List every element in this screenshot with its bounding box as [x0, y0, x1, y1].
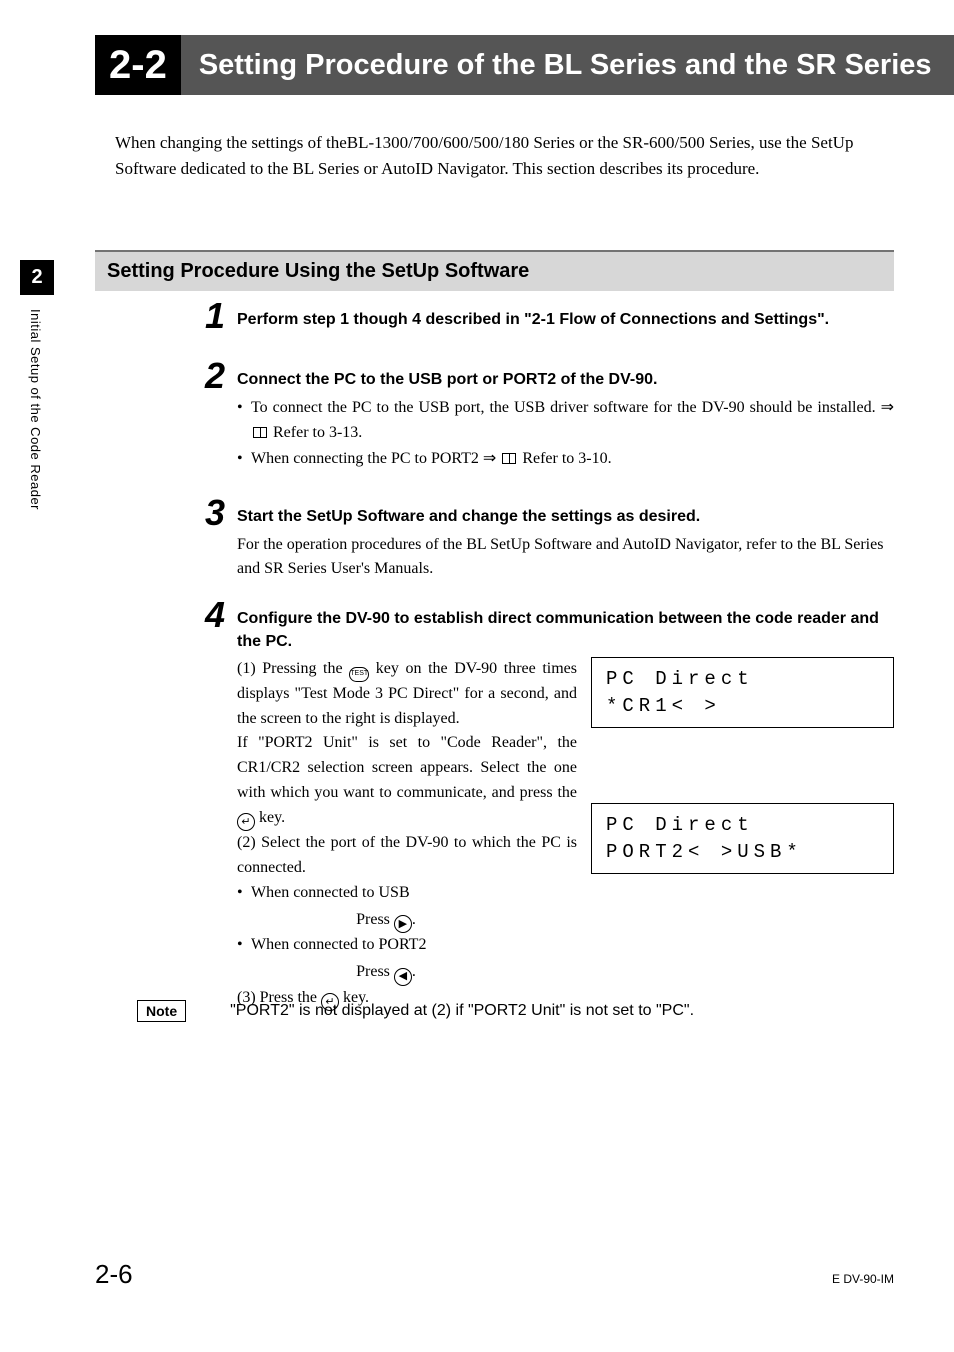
page-number: 2-6	[95, 1259, 133, 1290]
bullet-item: To connect the PC to the USB port, the U…	[237, 396, 894, 446]
section-number: 2-2	[95, 35, 181, 95]
step-number: 3	[205, 492, 225, 534]
para: (1) Pressing the TEST key on the DV-90 t…	[237, 657, 577, 732]
lcd-line: PC Direct	[606, 666, 879, 693]
lcd-line: PC Direct	[606, 812, 879, 839]
text: To connect the PC to the USB port, the U…	[251, 399, 894, 416]
bullet-item: When connecting the PC to PORT2 ⇒ Refer …	[237, 447, 894, 472]
book-icon	[253, 427, 267, 438]
text: key.	[255, 809, 285, 826]
step-body: For the operation procedures of the BL S…	[237, 533, 894, 583]
step-body: PC Direct *CR1< > PC Direct PORT2< >USB*…	[237, 657, 894, 1011]
left-key-icon: ◀	[394, 968, 412, 986]
press-line: Press ▶.	[251, 908, 521, 934]
step-title: Configure the DV-90 to establish direct …	[237, 604, 894, 653]
subheading: Setting Procedure Using the SetUp Softwa…	[95, 250, 894, 291]
para: (2) Select the port of the DV-90 to whic…	[237, 831, 577, 881]
text: (1) Pressing the	[237, 660, 349, 677]
step-body: To connect the PC to the USB port, the U…	[237, 396, 894, 472]
text: .	[412, 911, 416, 928]
step-title: Start the SetUp Software and change the …	[237, 502, 894, 528]
bullet-item: When connected to USB	[237, 881, 577, 906]
text: Refer to 3-13.	[269, 424, 362, 441]
step-4: 4 Configure the DV-90 to establish direc…	[205, 604, 894, 1011]
test-key-icon: TEST	[349, 667, 369, 682]
text: If "PORT2 Unit" is set to "Code Reader",…	[237, 734, 577, 801]
para: If "PORT2 Unit" is set to "Code Reader",…	[237, 731, 577, 831]
side-tab: 2 Initial Setup of the Code Reader	[20, 260, 54, 524]
lcd-display-1: PC Direct *CR1< >	[591, 657, 894, 728]
step-2: 2 Connect the PC to the USB port or PORT…	[205, 365, 894, 472]
lcd-display-2: PC Direct PORT2< >USB*	[591, 803, 894, 874]
bullet-item: When connected to PORT2	[237, 933, 577, 958]
chapter-title: Initial Setup of the Code Reader	[20, 295, 51, 524]
step-title: Connect the PC to the USB port or PORT2 …	[237, 365, 894, 391]
section-title: Setting Procedure of the BL Series and t…	[199, 49, 932, 82]
press-line: Press ◀.	[251, 960, 521, 986]
document-code: E DV-90-IM	[832, 1272, 894, 1286]
step-title: Perform step 1 though 4 described in "2-…	[237, 305, 894, 331]
step-number: 1	[205, 295, 225, 337]
section-header: 2-2 Setting Procedure of the BL Series a…	[95, 35, 954, 95]
enter-key-icon: ↵	[237, 813, 255, 831]
text: .	[412, 963, 416, 980]
step-1: 1 Perform step 1 though 4 described in "…	[205, 305, 894, 331]
chapter-number: 2	[20, 260, 54, 295]
steps-container: 1 Perform step 1 though 4 described in "…	[205, 305, 894, 1033]
text: Refer to 3-10.	[518, 450, 611, 467]
text: Press	[356, 911, 394, 928]
step-number: 4	[205, 594, 225, 636]
text: When connecting the PC to PORT2 ⇒	[251, 450, 500, 467]
lcd-line: PORT2< >USB*	[606, 839, 879, 866]
note-row: Note "PORT2" is not displayed at (2) if …	[137, 1000, 894, 1022]
book-icon	[502, 453, 516, 464]
right-key-icon: ▶	[394, 915, 412, 933]
lcd-line: *CR1< >	[606, 693, 879, 720]
note-label: Note	[137, 1000, 186, 1022]
text: Press	[356, 963, 394, 980]
note-text: "PORT2" is not displayed at (2) if "PORT…	[230, 1002, 694, 1020]
step-3: 3 Start the SetUp Software and change th…	[205, 502, 894, 582]
step-number: 2	[205, 355, 225, 397]
intro-text: When changing the settings of theBL-1300…	[115, 130, 894, 181]
